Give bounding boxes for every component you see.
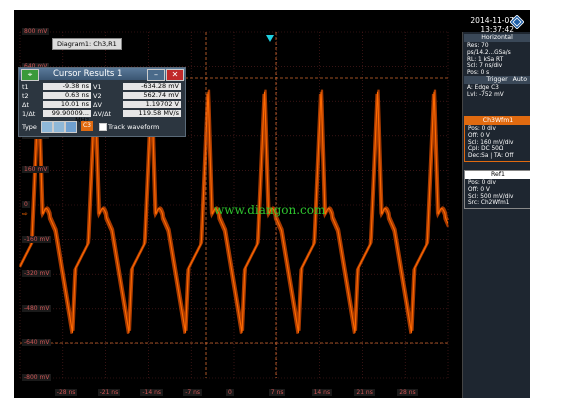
ch3-ground-marker[interactable]: ⇨ [22,210,28,218]
x-tick-label: -28 ns [54,389,78,396]
type-horizontal-button[interactable] [53,121,65,133]
ch3-lines: Pos: 0 div Off: 0 V Scl: 160 mV/div Cpl: DC… [465,125,530,161]
horizontal-lines: Res: 70 ps/14.2...GSa/s RL: 1 kSa RT Scl: … [464,42,530,78]
x-tick-label: 14 ns [311,389,333,396]
info-line: A: Edge C3 [467,85,499,91]
cursor-panel-titlebar[interactable]: ⌖ Cursor Results 1 – ✕ [19,68,185,81]
y-tick-label: 0 [22,201,30,208]
x-tick-label: -14 ns [140,389,164,396]
info-line: RL: 1 kSa RT [467,56,504,63]
info-line: Off: 0 V [468,186,490,193]
cursor-value: 99.90009... MHz [43,110,91,124]
x-tick-label: 0 [226,389,234,396]
info-line: Lvl: -752 mV [467,91,504,98]
right-info-panel: Horizontal Res: 70 ps/14.2...GSa/s RL: 1 … [462,32,530,398]
y-tick-label: 800 mV [22,28,50,35]
cursor-label: ΔV [93,101,102,109]
rohde-schwarz-logo-icon [510,15,524,29]
cursor-value: -634.28 mV [123,83,181,90]
info-line: Off: 0 V [468,132,490,139]
ch3-box[interactable]: Ch3Wfm1 Pos: 0 div Off: 0 V Scl: 160 mV/di… [464,116,530,162]
info-line: Cpl: DC 50Ω [468,146,504,153]
ref1-box[interactable]: Ref1 Pos: 0 div Off: 0 V Scl: 500 mV/div Sr… [464,170,530,210]
info-line: Res: 70 ps/14.2...GSa/s [467,43,511,56]
track-waveform-label: Track waveform [108,123,160,131]
y-tick-label: -320 mV [22,270,52,278]
cursor-results-panel[interactable]: ⌖ Cursor Results 1 – ✕ t1 -9.38 ns V1 -634.… [18,67,186,137]
type-vertical-button[interactable] [41,121,53,133]
channel-badge[interactable]: C3 [81,121,93,131]
cursor-value: 1.19702 V [123,101,181,108]
info-line: Scl: 7 ns/div [467,63,503,70]
x-tick-label: 28 ns [397,389,418,396]
horizontal-title: Horizontal [464,34,530,42]
info-line: Dec:Sa | TA: Off [468,153,514,160]
ref1-title: Ref1 [465,171,530,179]
track-waveform-checkbox[interactable] [99,123,107,131]
trigger-mode: Auto [512,76,527,83]
minimize-button[interactable]: – [147,69,165,81]
cursor-label: ΔV/Δt [93,110,112,118]
x-tick-label: -7 ns [183,389,203,396]
diagram-tab[interactable]: Diagram1: Ch3,R1 [52,38,122,50]
oscilloscope-screen: ⇨ 2014-11-07 13:37:42 Diagram1: Ch3,R1 8… [14,10,530,398]
x-tick-label: 21 ns [354,389,375,396]
info-line: Pos: 0 div [468,126,496,132]
y-tick-label: -640 mV [22,339,52,347]
type-label: Type [22,123,37,131]
cursor-label: t1 [22,83,29,91]
trigger-title: Trigger [486,76,508,83]
cursor-value: 10.01 ns [43,101,91,108]
info-line: Src: Ch2Wfm1 [468,200,510,207]
cursor-label: Δt [22,101,29,109]
trigger-lines: A: Edge C3 Lvl: -752 mV [464,84,530,100]
type-both-button[interactable] [65,121,77,133]
cursor-value: 0.63 ns [43,92,91,99]
x-tick-label: 7 ns [268,389,286,396]
cursor-label: V1 [93,83,102,91]
x-tick-label: -21 ns [97,389,121,396]
info-line: Scl: 160 mV/div [468,139,514,146]
cursor-label: 1/Δt [22,110,36,118]
cursor-value: 562.74 mV [123,92,181,99]
y-tick-label: -480 mV [22,304,52,312]
y-tick-label: -800 mV [22,374,52,381]
y-tick-label: -160 mV [22,235,52,243]
date-text: 2014-11-07 [470,16,514,25]
info-line: Scl: 500 mV/div [468,193,514,200]
trigger-position-icon[interactable] [266,35,274,42]
info-line: Pos: 0 div [468,180,496,186]
horizontal-box[interactable]: Horizontal Res: 70 ps/14.2...GSa/s RL: 1 … [464,34,530,78]
y-tick-label: 160 mV [22,166,50,174]
ch3-title: Ch3Wfm1 [465,117,530,125]
cursor-value: -9.38 ns [43,83,91,90]
cursor-label: t2 [22,92,29,100]
ref1-lines: Pos: 0 div Off: 0 V Scl: 500 mV/div Src: Ch… [465,179,530,208]
cursor-icon-button[interactable]: ⌖ [21,69,39,81]
close-button[interactable]: ✕ [166,69,184,81]
cursor-value: 119.58 MV/s [123,110,181,117]
cursor-panel-title: Cursor Results 1 [53,69,123,79]
watermark: www.diangon.com [214,203,326,217]
cursor-label: V2 [93,92,102,100]
trigger-box[interactable]: Trigger Auto A: Edge C3 Lvl: -752 mV [464,76,530,100]
